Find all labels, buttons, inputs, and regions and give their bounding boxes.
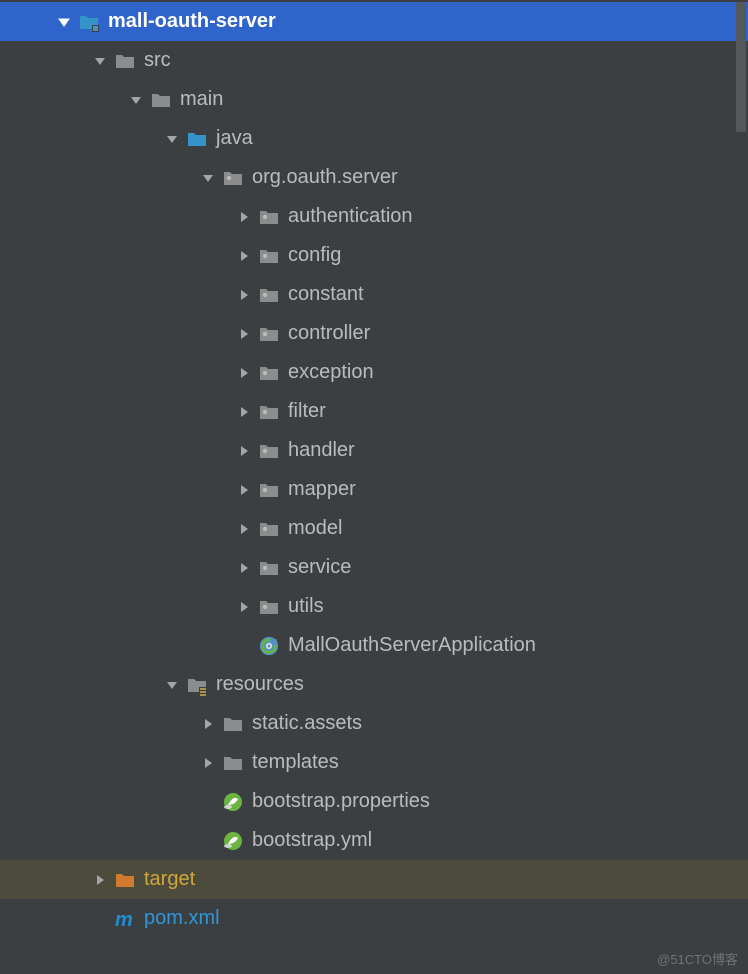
tree-item-label: utils	[288, 595, 324, 618]
tree-row[interactable]: authentication	[0, 197, 748, 236]
chevron-right-icon[interactable]	[234, 558, 254, 578]
chevron-right-icon[interactable]	[234, 363, 254, 383]
tree-item-label: MallOauthServerApplication	[288, 634, 536, 657]
chevron-right-icon[interactable]	[198, 714, 218, 734]
folder-icon	[114, 50, 136, 72]
chevron-down-icon[interactable]	[54, 12, 74, 32]
tree-item-label: main	[180, 88, 223, 111]
chevron-right-icon[interactable]	[234, 597, 254, 617]
tree-item-label: mapper	[288, 478, 356, 501]
tree-item-label: pom.xml	[144, 907, 220, 930]
tree-item-label: exception	[288, 361, 374, 384]
tree-item-label: filter	[288, 400, 326, 423]
folder-icon	[150, 89, 172, 111]
tree-row[interactable]: model	[0, 509, 748, 548]
tree-row[interactable]: main	[0, 80, 748, 119]
tree-item-label: mall-oauth-server	[108, 10, 276, 33]
tree-row[interactable]: service	[0, 548, 748, 587]
chevron-right-icon[interactable]	[234, 441, 254, 461]
package-icon	[258, 323, 280, 345]
chevron-right-icon[interactable]	[234, 246, 254, 266]
tree-row[interactable]: resources	[0, 665, 748, 704]
tree-item-label: static.assets	[252, 712, 362, 735]
chevron-right-icon[interactable]	[234, 207, 254, 227]
tree-item-label: resources	[216, 673, 304, 696]
chevron-right-icon[interactable]	[234, 285, 254, 305]
chevron-down-icon[interactable]	[90, 51, 110, 71]
chevron-right-icon[interactable]	[234, 480, 254, 500]
package-icon	[258, 245, 280, 267]
tree-row[interactable]: bootstrap.yml	[0, 821, 748, 860]
tree-row[interactable]: static.assets	[0, 704, 748, 743]
package-icon	[258, 479, 280, 501]
spring-app-icon	[258, 635, 280, 657]
scrollbar-track[interactable]	[734, 0, 748, 974]
tree-row[interactable]: m pom.xml	[0, 899, 748, 938]
tree-row[interactable]: mall-oauth-server	[0, 2, 748, 41]
spring-cfg-icon	[222, 791, 244, 813]
package-icon	[258, 362, 280, 384]
maven-icon: m	[114, 908, 136, 930]
tree-item-label: controller	[288, 322, 370, 345]
tree-item-label: bootstrap.yml	[252, 829, 372, 852]
tree-item-label: bootstrap.properties	[252, 790, 430, 813]
watermark: @51CTO博客	[657, 949, 738, 968]
tree-row[interactable]: exception	[0, 353, 748, 392]
package-icon	[258, 557, 280, 579]
package-icon	[258, 401, 280, 423]
tree-item-label: org.oauth.server	[252, 166, 398, 189]
tree-row[interactable]: bootstrap.properties	[0, 782, 748, 821]
chevron-right-icon[interactable]	[90, 870, 110, 890]
tree-row[interactable]: handler	[0, 431, 748, 470]
tree-row[interactable]: java	[0, 119, 748, 158]
tree-row[interactable]: templates	[0, 743, 748, 782]
tree-row[interactable]: controller	[0, 314, 748, 353]
package-icon	[258, 440, 280, 462]
src-folder-icon	[186, 128, 208, 150]
svg-text:m: m	[115, 909, 133, 930]
tree-item-label: src	[144, 49, 171, 72]
tree-item-label: target	[144, 868, 195, 891]
tree-row[interactable]: src	[0, 41, 748, 80]
module-icon	[78, 11, 100, 33]
folder-icon	[222, 713, 244, 735]
chevron-down-icon[interactable]	[162, 675, 182, 695]
package-icon	[258, 518, 280, 540]
tree-row[interactable]: target	[0, 860, 748, 899]
tree-item-label: java	[216, 127, 253, 150]
tree-row[interactable]: mapper	[0, 470, 748, 509]
chevron-down-icon[interactable]	[126, 90, 146, 110]
project-tree[interactable]: mall-oauth-server src main java org.oaut…	[0, 0, 748, 938]
resources-icon	[186, 674, 208, 696]
spring-cfg-icon	[222, 830, 244, 852]
chevron-down-icon[interactable]	[162, 129, 182, 149]
chevron-right-icon[interactable]	[234, 402, 254, 422]
tree-item-label: model	[288, 517, 342, 540]
chevron-right-icon[interactable]	[234, 324, 254, 344]
tree-item-label: service	[288, 556, 351, 579]
tree-row[interactable]: MallOauthServerApplication	[0, 626, 748, 665]
target-icon	[114, 869, 136, 891]
tree-item-label: authentication	[288, 205, 413, 228]
package-icon	[222, 167, 244, 189]
folder-icon	[222, 752, 244, 774]
package-icon	[258, 596, 280, 618]
package-icon	[258, 284, 280, 306]
tree-item-label: templates	[252, 751, 339, 774]
tree-item-label: config	[288, 244, 341, 267]
tree-row[interactable]: config	[0, 236, 748, 275]
tree-item-label: handler	[288, 439, 355, 462]
chevron-down-icon[interactable]	[198, 168, 218, 188]
tree-row[interactable]: constant	[0, 275, 748, 314]
package-icon	[258, 206, 280, 228]
chevron-right-icon[interactable]	[234, 519, 254, 539]
tree-row[interactable]: utils	[0, 587, 748, 626]
chevron-right-icon[interactable]	[198, 753, 218, 773]
tree-item-label: constant	[288, 283, 364, 306]
tree-row[interactable]: filter	[0, 392, 748, 431]
tree-row[interactable]: org.oauth.server	[0, 158, 748, 197]
scrollbar-thumb[interactable]	[736, 2, 746, 132]
